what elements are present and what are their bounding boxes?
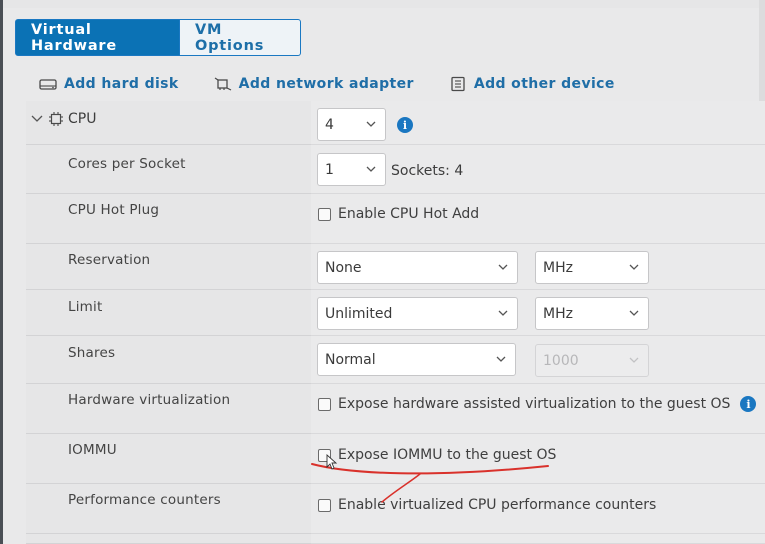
expose-hwvirt-option[interactable]: Expose hardware assisted virtualization …	[318, 396, 757, 412]
expose-iommu-checkbox[interactable]	[318, 448, 331, 462]
cpu-value-cell: 4 i	[311, 101, 765, 145]
reservation-value-cell: None MHz	[311, 244, 765, 290]
next-row-value-cell	[311, 534, 765, 544]
chevron-down-icon	[629, 264, 639, 270]
add-network-adapter-button[interactable]: Add network adapter	[213, 76, 414, 92]
hotplug-label-cell: CPU Hot Plug	[26, 194, 311, 244]
iommu-row: IOMMU Expose IOMMU to the guest OS	[26, 434, 765, 484]
chevron-down-icon	[498, 264, 508, 270]
chevron-down-icon	[629, 357, 639, 363]
device-list-icon	[448, 76, 468, 92]
cpu-label: CPU	[68, 111, 97, 127]
add-other-device-button[interactable]: Add other device	[448, 76, 615, 92]
cpu-label-cell: CPU	[26, 101, 311, 145]
info-icon[interactable]: i	[397, 117, 413, 133]
next-row-stub	[26, 534, 765, 544]
reservation-label: Reservation	[68, 252, 151, 268]
expose-hwvirt-checkbox[interactable]	[318, 397, 331, 411]
virtual-hardware-grid: CPU 4 i Cores per Socket 1 Sockets: 4 CP…	[26, 101, 765, 544]
shares-label-cell: Shares	[26, 336, 311, 384]
limit-value-cell: Unlimited MHz	[311, 290, 765, 336]
limit-unit-value: MHz	[543, 305, 573, 322]
device-toolbar: Add hard disk Add network adapter Add ot…	[38, 72, 649, 96]
hardware-virtualization-label: Hardware virtualization	[68, 392, 231, 408]
cores-per-socket-label: Cores per Socket	[68, 156, 186, 172]
cpu-row: CPU 4 i	[26, 101, 765, 145]
chevron-down-icon	[366, 121, 376, 127]
perf-counters-checkbox[interactable]	[318, 498, 331, 512]
limit-label-cell: Limit	[26, 290, 311, 336]
limit-value: Unlimited	[325, 305, 393, 322]
tab-bar: Virtual Hardware VM Options	[15, 19, 301, 56]
perf-value-cell: Enable virtualized CPU performance count…	[311, 484, 765, 534]
expose-iommu-option[interactable]: Expose IOMMU to the guest OS	[318, 447, 556, 463]
add-hard-disk-button[interactable]: Add hard disk	[38, 76, 179, 92]
chevron-down-icon	[629, 310, 639, 316]
reservation-value: None	[325, 259, 362, 276]
limit-row: Limit Unlimited MHz	[26, 290, 765, 336]
cores-label-cell: Cores per Socket	[26, 145, 311, 194]
cpu-hot-add-option[interactable]: Enable CPU Hot Add	[318, 206, 479, 222]
chevron-down-icon	[496, 356, 506, 362]
performance-counters-label: Performance counters	[68, 492, 221, 508]
cores-per-socket-row: Cores per Socket 1 Sockets: 4	[26, 145, 765, 194]
window-edge	[0, 0, 3, 544]
chevron-down-icon	[366, 166, 376, 172]
shares-value-cell: Normal 1000	[311, 336, 765, 384]
cores-per-socket-value: 1	[325, 161, 334, 178]
next-row-label-cell	[26, 534, 311, 544]
tab-vm-options[interactable]: VM Options	[180, 19, 301, 56]
reservation-row: Reservation None MHz	[26, 244, 765, 290]
hardware-virtualization-row: Hardware virtualization Expose hardware …	[26, 384, 765, 434]
perf-label-cell: Performance counters	[26, 484, 311, 534]
shares-value: Normal	[325, 351, 376, 368]
sockets-text: Sockets: 4	[391, 163, 464, 179]
hwvirt-label-cell: Hardware virtualization	[26, 384, 311, 434]
cpu-hot-plug-label: CPU Hot Plug	[68, 202, 160, 218]
perf-counters-text: Enable virtualized CPU performance count…	[338, 497, 657, 513]
hotplug-value-cell: Enable CPU Hot Add	[311, 194, 765, 244]
disk-icon	[38, 76, 58, 92]
add-hard-disk-label: Add hard disk	[64, 76, 179, 92]
perf-counters-option[interactable]: Enable virtualized CPU performance count…	[318, 497, 656, 513]
cpu-hot-add-checkbox[interactable]	[318, 207, 331, 221]
cpu-hot-add-text: Enable CPU Hot Add	[338, 206, 480, 222]
performance-counters-row: Performance counters Enable virtualized …	[26, 484, 765, 534]
collapse-chevron-icon[interactable]	[30, 112, 44, 126]
reservation-label-cell: Reservation	[26, 244, 311, 290]
hwvirt-value-cell: Expose hardware assisted virtualization …	[311, 384, 765, 434]
iommu-value-cell: Expose IOMMU to the guest OS	[311, 434, 765, 484]
cores-value-cell: 1 Sockets: 4	[311, 145, 765, 194]
reservation-unit-value: MHz	[543, 259, 573, 276]
tab-virtual-hardware[interactable]: Virtual Hardware	[15, 19, 180, 56]
cpu-count-value: 4	[325, 116, 334, 133]
limit-unit-select[interactable]: MHz	[535, 297, 649, 330]
info-icon[interactable]: i	[740, 396, 757, 412]
cores-per-socket-select[interactable]: 1	[317, 153, 386, 186]
cpu-header[interactable]: CPU	[30, 111, 96, 127]
shares-label: Shares	[68, 345, 116, 361]
top-strip	[3, 0, 765, 8]
reservation-select[interactable]: None	[317, 251, 518, 284]
iommu-label: IOMMU	[68, 442, 117, 458]
cpu-chip-icon	[48, 111, 64, 127]
add-other-device-label: Add other device	[473, 76, 615, 92]
iommu-label-cell: IOMMU	[26, 434, 311, 484]
cpu-count-select[interactable]: 4	[317, 108, 386, 141]
limit-select[interactable]: Unlimited	[317, 297, 518, 330]
limit-label: Limit	[68, 299, 103, 315]
shares-number-field: 1000	[535, 344, 649, 377]
shares-row: Shares Normal 1000	[26, 336, 765, 384]
cpu-hot-plug-row: CPU Hot Plug Enable CPU Hot Add	[26, 194, 765, 244]
shares-select[interactable]: Normal	[317, 343, 516, 376]
reservation-unit-select[interactable]: MHz	[535, 251, 649, 284]
add-network-adapter-label: Add network adapter	[238, 76, 414, 92]
chevron-down-icon	[498, 310, 508, 316]
network-adapter-icon	[213, 76, 233, 92]
expose-hwvirt-text: Expose hardware assisted virtualization …	[338, 396, 731, 412]
shares-number-value: 1000	[543, 352, 579, 369]
expose-iommu-text: Expose IOMMU to the guest OS	[338, 447, 557, 463]
